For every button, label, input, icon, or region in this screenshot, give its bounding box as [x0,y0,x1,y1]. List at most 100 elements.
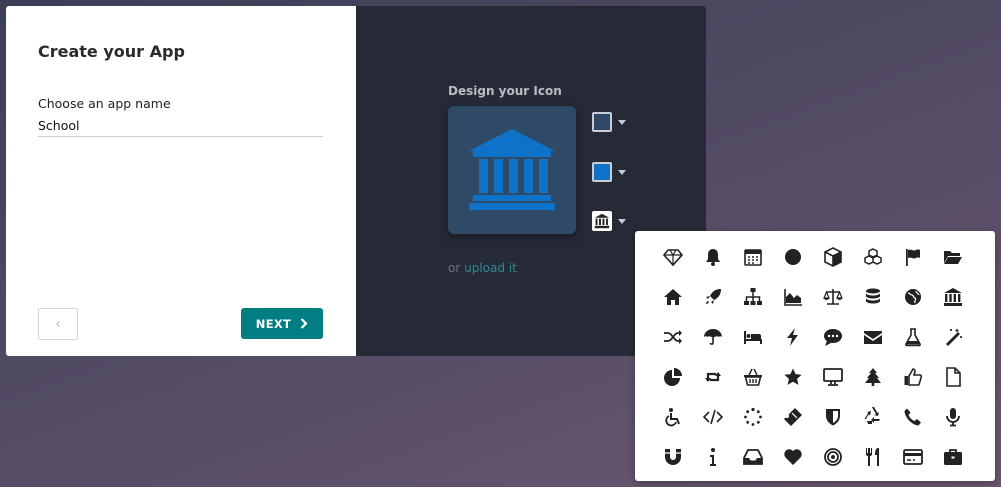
icon-option[interactable] [813,317,853,357]
star-icon [784,368,802,385]
icon-option[interactable] [733,357,773,397]
icon-option[interactable] [653,237,693,277]
icon-color-selector[interactable] [592,162,626,182]
credit-card-icon [903,449,923,465]
background-color-selector[interactable] [592,112,626,132]
icon-option[interactable] [773,397,813,437]
icon-option[interactable] [693,317,733,357]
icon-option[interactable] [693,277,733,317]
icon-option[interactable] [853,277,893,317]
next-button[interactable]: NEXT [241,308,323,339]
icon-option[interactable] [733,317,773,357]
app-name-panel: Create your App Choose an app name ‹ NEX… [6,6,356,356]
area-chart-icon [784,289,802,306]
icon-option[interactable] [933,437,973,477]
inbox-icon [743,449,763,465]
icon-option[interactable] [653,397,693,437]
icon-option[interactable] [693,437,733,477]
background-color-swatch[interactable] [592,112,612,132]
icon-option[interactable] [813,237,853,277]
magic-icon [946,329,962,346]
phone-icon [904,408,921,426]
chevron-right-icon [300,318,308,329]
icon-option[interactable] [933,317,973,357]
caret-down-icon[interactable] [618,218,626,224]
icon-option[interactable] [733,237,773,277]
icon-option[interactable] [773,237,813,277]
icon-option[interactable] [653,317,693,357]
icon-option[interactable] [653,437,693,477]
icon-option[interactable] [733,277,773,317]
file-icon [946,367,961,387]
icon-option[interactable] [693,357,733,397]
selected-icon-swatch[interactable] [592,211,612,231]
icon-option[interactable] [893,277,933,317]
icon-option[interactable] [893,317,933,357]
globe-icon [905,289,921,305]
icon-preview [448,106,576,234]
icon-option[interactable] [813,397,853,437]
icon-option[interactable] [693,397,733,437]
folder-open-icon [944,251,962,264]
icon-option[interactable] [773,437,813,477]
icon-picker-dropdown [635,231,995,481]
icon-selector[interactable] [592,211,626,231]
bank-icon [469,129,555,210]
icon-option[interactable] [893,437,933,477]
create-app-dialog: Create your App Choose an app name ‹ NEX… [6,6,706,356]
app-name-input[interactable] [38,116,323,137]
icon-option[interactable] [733,437,773,477]
thumbs-up-icon [904,368,923,386]
umbrella-icon [704,329,722,345]
icon-option[interactable] [773,357,813,397]
icon-option[interactable] [893,397,933,437]
pie-chart-icon [664,368,682,386]
icon-option[interactable] [773,317,813,357]
sitemap-icon [744,288,762,305]
icon-option[interactable] [933,277,973,317]
icon-option[interactable] [653,357,693,397]
icon-option[interactable] [853,397,893,437]
shield-icon [826,409,840,426]
retweet-icon [705,372,721,382]
suitcase-icon [944,449,962,465]
app-name-label: Choose an app name [38,96,171,111]
icon-option[interactable] [813,277,853,317]
random-icon [664,330,682,344]
icon-option[interactable] [853,237,893,277]
icon-option[interactable] [653,277,693,317]
icon-option[interactable] [933,357,973,397]
caret-down-icon[interactable] [618,169,626,175]
icon-option[interactable] [933,237,973,277]
circle-icon [785,249,801,265]
icon-color-swatch[interactable] [592,162,612,182]
icon-option[interactable] [853,357,893,397]
icon-option[interactable] [933,397,973,437]
info-icon [710,448,716,466]
icon-option[interactable] [693,237,733,277]
caret-down-icon[interactable] [618,119,626,125]
cutlery-icon [866,448,879,466]
icon-option[interactable] [893,357,933,397]
icon-option[interactable] [813,437,853,477]
icon-option[interactable] [813,357,853,397]
tree-icon [865,368,881,386]
bullseye-icon [824,448,842,466]
bank-icon [594,213,610,229]
calendar-icon [744,249,762,266]
bed-icon [744,331,762,344]
next-button-label: NEXT [255,316,292,331]
design-icon-label: Design your Icon [448,84,562,98]
upload-link[interactable]: upload it [464,261,517,275]
chevron-left-icon: ‹ [55,316,61,332]
desktop-icon [823,368,843,386]
magnet-icon [665,449,681,465]
icon-option[interactable] [893,237,933,277]
upload-hint: or upload it [448,261,517,275]
icon-option[interactable] [853,437,893,477]
ticket-icon [784,408,802,426]
icon-option[interactable] [773,277,813,317]
previous-button[interactable]: ‹ [38,308,78,340]
icon-option[interactable] [853,317,893,357]
icon-option[interactable] [733,397,773,437]
